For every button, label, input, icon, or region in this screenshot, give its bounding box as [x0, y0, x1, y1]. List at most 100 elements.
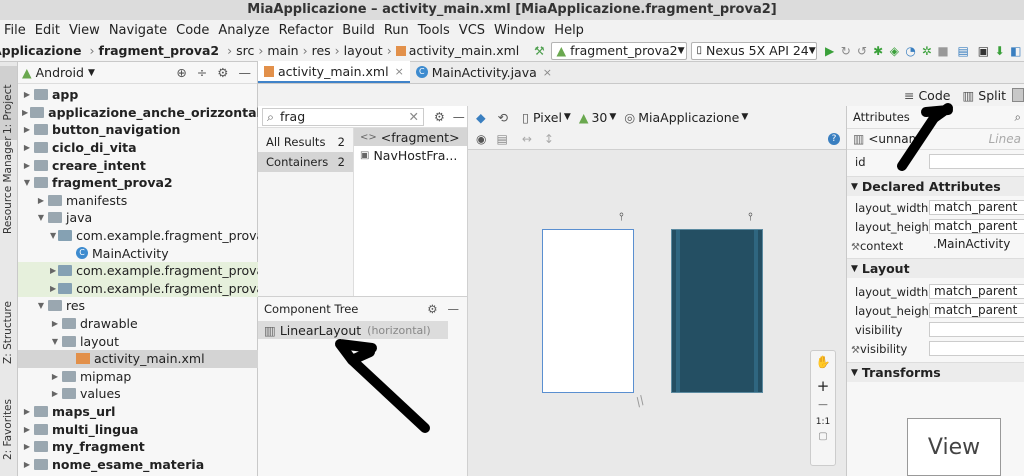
chevron-down-icon[interactable]: ▼	[50, 337, 60, 346]
project-tree-item[interactable]: activity_main.xml	[18, 350, 258, 368]
design-preview[interactable]	[542, 229, 634, 393]
project-tree-item[interactable]: ▶ drawable	[18, 315, 258, 333]
tool-tab-favorites[interactable]: 2: Favorites	[2, 399, 14, 460]
tool-tab-resource-manager[interactable]: Resource Manager	[2, 136, 14, 234]
eye-icon[interactable]: ◉	[476, 132, 486, 146]
chevron-right-icon[interactable]: ▶	[22, 425, 32, 434]
tab-main-activity[interactable]: C MainActivity.java ×	[410, 61, 558, 83]
blueprint-icon[interactable]: ▤	[496, 132, 507, 146]
orientation-icon[interactable]: ⟲	[498, 110, 508, 125]
chevron-down-icon[interactable]: ▼	[609, 112, 616, 122]
gear-icon[interactable]: ⚙	[434, 110, 445, 124]
clear-icon[interactable]: ✕	[409, 109, 419, 124]
device-selector[interactable]: Pixel	[533, 110, 562, 125]
palette-item-navhost[interactable]: ▣ NavHostFra...	[354, 146, 467, 164]
breadcrumb-file[interactable]: activity_main.xml	[409, 43, 520, 58]
project-tree-item[interactable]: ▶ mipmap	[18, 368, 258, 386]
breadcrumb-module[interactable]: fragment_prova2	[99, 43, 220, 58]
profiler-icon[interactable]: ◔	[904, 43, 916, 59]
menu-code[interactable]: Code	[176, 23, 209, 38]
project-tree-item[interactable]: ▶ values	[18, 385, 258, 403]
menu-tools[interactable]: Tools	[418, 23, 450, 38]
device-select[interactable]: ▯ Nexus 5X API 24 ▼	[691, 41, 818, 60]
breadcrumb-project[interactable]: Applicazione	[0, 43, 82, 58]
attr-value[interactable]: match_parent	[929, 200, 1024, 215]
attr-value[interactable]: match_parent	[929, 303, 1024, 318]
chevron-down-icon[interactable]: ▼	[741, 112, 748, 122]
chevron-right-icon[interactable]: ▶	[50, 389, 60, 398]
avd-manager-icon[interactable]: ▤	[957, 43, 969, 59]
chevron-right-icon[interactable]: ▶	[22, 108, 28, 117]
project-tree-item[interactable]: ▶ applicazione_anche_orizzontale	[18, 104, 258, 122]
project-tree-item[interactable]: ▶ creare_intent	[18, 156, 258, 174]
project-tree-item[interactable]: ▼ res	[18, 297, 258, 315]
attr-value[interactable]	[929, 322, 1024, 337]
project-view-selector[interactable]: Android	[36, 65, 84, 80]
menu-refactor[interactable]: Refactor	[279, 23, 334, 38]
menu-navigate[interactable]: Navigate	[109, 23, 167, 38]
section-declared-attributes[interactable]: ▼ Declared Attributes	[847, 176, 1024, 196]
chevron-right-icon[interactable]: ▶	[22, 90, 32, 99]
chevron-down-icon[interactable]: ▼	[88, 68, 95, 78]
run-config-select[interactable]: ▲ fragment_prova2 ▼	[551, 41, 688, 60]
menu-view[interactable]: View	[69, 23, 100, 38]
menu-analyze[interactable]: Analyze	[218, 23, 269, 38]
vertical-resize-icon[interactable]: ↕	[544, 132, 554, 146]
section-transforms[interactable]: ▼ Transforms	[847, 362, 1024, 382]
project-tree-item[interactable]: ▶ manifests	[18, 192, 258, 210]
menu-build[interactable]: Build	[342, 23, 375, 38]
zoom-fit-icon[interactable]: ▢	[818, 431, 827, 442]
breadcrumb-main[interactable]: main	[267, 43, 298, 58]
menu-window[interactable]: Window	[494, 23, 545, 38]
horizontal-resize-icon[interactable]: ↔	[522, 132, 532, 146]
chevron-right-icon[interactable]: ▶	[50, 319, 60, 328]
sdk-manager-icon[interactable]: ⬇	[994, 43, 1006, 59]
project-tree-item[interactable]: ▶ ciclo_di_vita	[18, 139, 258, 157]
hammer-icon[interactable]: ⚒	[533, 43, 545, 59]
chevron-down-icon[interactable]: ▼	[36, 301, 46, 310]
locate-icon[interactable]: ⊕	[176, 65, 186, 80]
zoom-in-button[interactable]: +	[817, 377, 830, 395]
menu-file[interactable]: File	[4, 23, 26, 38]
project-tree-item[interactable]: ▶ nome_esame_materia	[18, 456, 258, 474]
project-tree-item[interactable]: ▼ layout	[18, 332, 258, 350]
apply-changes-icon[interactable]: ↻	[840, 43, 852, 59]
project-tree-item[interactable]: ▶com.example.fragment_prova2(t	[18, 279, 258, 298]
menu-run[interactable]: Run	[384, 23, 409, 38]
section-layout[interactable]: ▼ Layout	[847, 258, 1024, 278]
chevron-right-icon[interactable]: ▶	[22, 460, 32, 469]
chevron-right-icon[interactable]: ▶	[22, 161, 32, 170]
chevron-right-icon[interactable]: ▶	[50, 266, 56, 275]
project-tree-item[interactable]: ▼ fragment_prova2	[18, 174, 258, 192]
debug-icon[interactable]: ✱	[872, 43, 884, 59]
pin-icon[interactable]: ⫯	[748, 210, 753, 224]
project-tree-item[interactable]: ▼ com.example.fragment_prova2	[18, 227, 258, 245]
palette-category[interactable]: Containers 2	[258, 152, 353, 172]
hide-panel-icon[interactable]: —	[448, 302, 460, 316]
palette-item-fragment[interactable]: <> <fragment>	[354, 128, 467, 146]
attach-debugger-icon[interactable]: ✲	[921, 43, 933, 59]
search-icon[interactable]: ⌕	[1015, 110, 1021, 125]
project-tree-item[interactable]: ▶ my_fragment	[18, 438, 258, 456]
stop-icon[interactable]: ■	[937, 43, 949, 59]
split-mode-button[interactable]: Split	[978, 88, 1006, 103]
tool-tab-structure[interactable]: Z: Structure	[2, 301, 14, 364]
close-icon[interactable]: ×	[395, 65, 404, 78]
zoom-out-button[interactable]: −	[817, 397, 829, 413]
chevron-right-icon[interactable]: ▶	[36, 196, 46, 205]
tab-activity-main[interactable]: activity_main.xml ×	[258, 61, 410, 83]
project-tree-item[interactable]: ▶ app	[18, 86, 258, 104]
chevron-down-icon[interactable]: ▼	[22, 178, 32, 187]
design-canvas[interactable]	[468, 150, 846, 476]
menu-help[interactable]: Help	[554, 23, 584, 38]
chevron-down-icon[interactable]: ▼	[50, 231, 56, 240]
layout-inspector-icon[interactable]: ◧	[1010, 43, 1022, 59]
hide-panel-icon[interactable]: —	[239, 65, 252, 80]
breadcrumb-res[interactable]: res	[312, 43, 331, 58]
collapse-all-icon[interactable]: ÷	[197, 65, 207, 80]
apply-code-changes-icon[interactable]: ↺	[856, 43, 868, 59]
pan-hand-icon[interactable]: ✋	[816, 355, 831, 369]
help-icon[interactable]: ?	[828, 132, 840, 145]
gear-icon[interactable]: ⚙	[427, 302, 437, 316]
menu-edit[interactable]: Edit	[35, 23, 60, 38]
